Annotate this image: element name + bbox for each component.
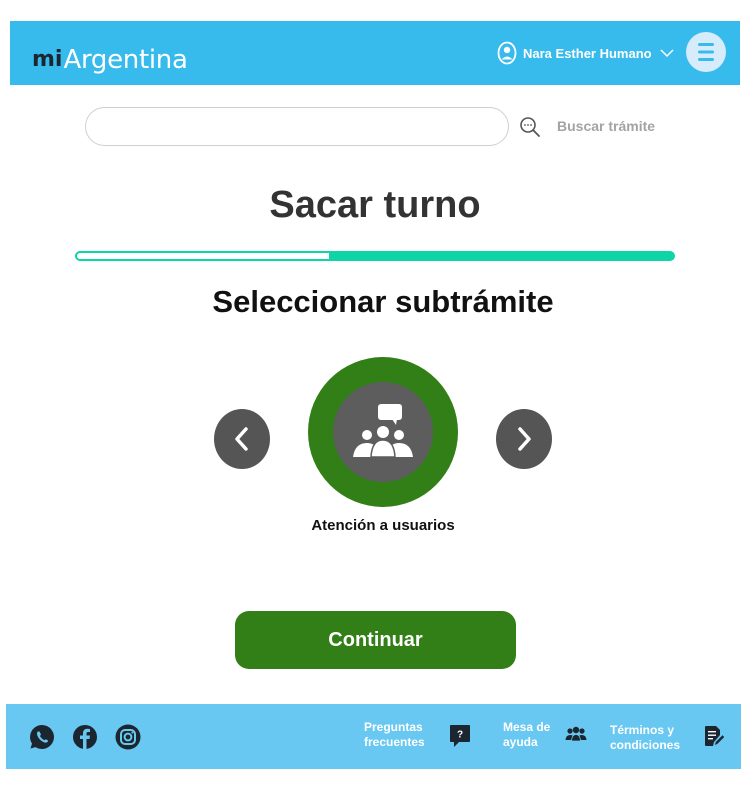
- search-input[interactable]: [85, 107, 509, 146]
- user-menu[interactable]: Nara Esther Humano: [497, 40, 674, 66]
- chevron-left-icon: [235, 427, 248, 451]
- user-avatar-icon: [497, 41, 517, 65]
- help-desk-link[interactable]: Mesa de ayuda: [503, 720, 561, 750]
- subtramite-option-selected[interactable]: [308, 357, 458, 507]
- search-icon[interactable]: [519, 116, 541, 138]
- previous-option-button[interactable]: [214, 409, 270, 469]
- search-button-label[interactable]: Buscar trámite: [557, 118, 655, 134]
- continue-button[interactable]: Continuar: [235, 611, 516, 669]
- svg-text:?: ?: [457, 730, 463, 741]
- top-header: mi Argentina Nara Esther Humano: [10, 21, 740, 85]
- option-icon-background: [333, 382, 433, 482]
- mi-argentina-logo[interactable]: mi Argentina: [32, 33, 188, 73]
- progress-bar-fill: [77, 253, 329, 259]
- document-edit-icon[interactable]: [704, 725, 724, 747]
- logo-argentina-text: Argentina: [63, 45, 188, 75]
- people-icon[interactable]: [565, 726, 587, 742]
- selected-option-label: Atención a usuarios: [311, 517, 455, 534]
- hamburger-menu-button[interactable]: [686, 32, 726, 72]
- group-chat-icon: [353, 404, 413, 458]
- logo-mi-text: mi: [32, 47, 63, 72]
- chevron-right-icon: [518, 427, 531, 451]
- page-title: Sacar turno: [269, 184, 481, 226]
- hamburger-icon: [698, 43, 714, 61]
- footer: Preguntas frecuentes ? Mesa de ayuda Tér…: [6, 704, 741, 769]
- whatsapp-icon[interactable]: [29, 724, 55, 750]
- instagram-icon[interactable]: [115, 724, 141, 750]
- terms-link[interactable]: Términos y condiciones: [610, 723, 692, 753]
- chevron-down-icon: [660, 49, 674, 58]
- faq-link[interactable]: Preguntas frecuentes: [364, 720, 436, 750]
- next-option-button[interactable]: [496, 409, 552, 469]
- step-subtitle: Seleccionar subtrámite: [212, 284, 554, 319]
- progress-bar: [75, 251, 675, 261]
- facebook-icon[interactable]: [72, 724, 98, 750]
- user-name: Nara Esther Humano: [523, 45, 652, 61]
- question-bubble-icon[interactable]: ?: [449, 724, 471, 748]
